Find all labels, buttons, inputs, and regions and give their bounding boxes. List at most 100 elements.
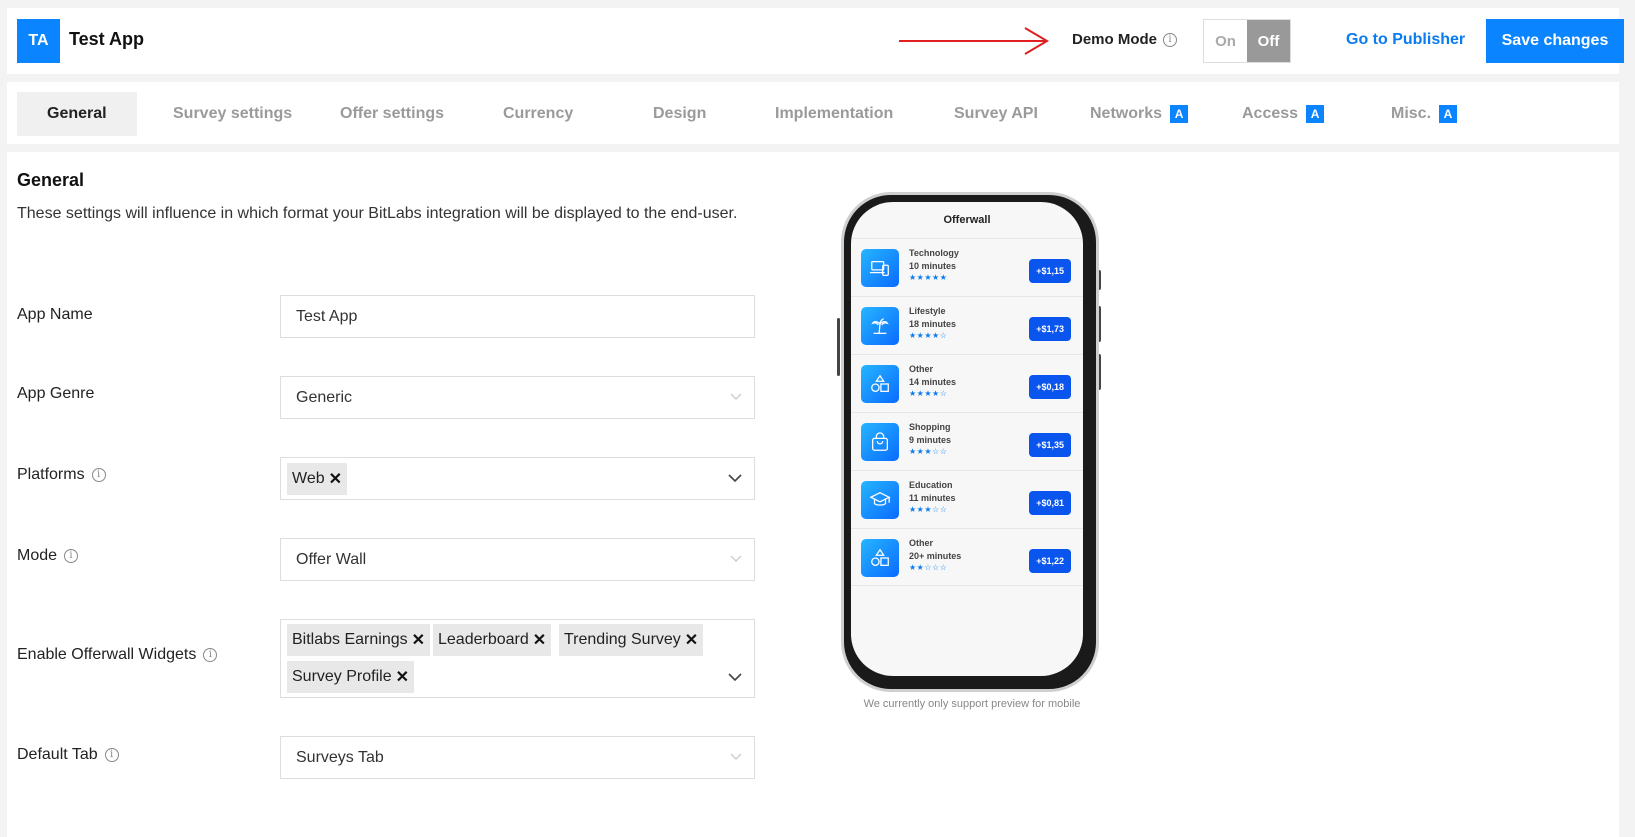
offer-duration: 10 minutes [909,261,957,271]
offer-category: Other [909,538,934,548]
toggle-on-option[interactable]: On [1204,20,1247,62]
offer-price-badge[interactable]: +$0,18 [1029,375,1071,399]
offerwall-widgets-multiselect[interactable]: Bitlabs Earnings ✕ Leaderboard ✕ Trending … [280,619,755,698]
tag-trending-survey: Trending Survey ✕ [559,624,704,656]
tab-survey-api[interactable]: Survey API [954,92,1038,136]
tab-networks[interactable]: Networks A [1090,92,1189,136]
offer-price-badge[interactable]: +$1,15 [1029,259,1071,283]
mode-label: Mode i [17,547,79,565]
offer-duration: 11 minutes [909,493,956,503]
app-logo: TA [17,19,60,63]
remove-tag-icon[interactable]: ✕ [412,630,425,650]
offer-item[interactable]: Other 14 minutes ★★★★☆ +$0,18 [851,354,1083,412]
tab-label: Survey API [954,105,1038,122]
annotation-arrow-icon [899,27,1049,55]
tag-survey-profile: Survey Profile ✕ [287,661,414,693]
rating-stars: ★★★★★ [909,273,948,282]
save-changes-button[interactable]: Save changes [1486,19,1624,63]
mode-select[interactable]: Offer Wall [280,538,755,581]
info-icon[interactable]: i [64,549,79,563]
label-text: Platforms [17,466,85,483]
tag-label: Bitlabs Earnings [292,631,408,648]
offer-category: Other [909,364,934,374]
offer-item[interactable]: Shopping 9 minutes ★★★☆☆ +$1,35 [851,412,1083,470]
tab-misc[interactable]: Misc. A [1391,92,1458,136]
tab-general[interactable]: General [17,92,137,136]
tab-label: Offer settings [340,105,445,122]
tab-label: Design [653,105,707,122]
info-icon[interactable]: i [1163,32,1178,47]
admin-badge: A [1306,105,1325,123]
preview-note: We currently only support preview for mo… [863,698,1081,710]
tab-currency[interactable]: Currency [503,92,573,136]
toggle-off-option[interactable]: Off [1247,20,1290,62]
offer-duration: 9 minutes [909,435,952,445]
graduation-cap-icon [861,481,899,519]
platforms-label: Platforms i [17,466,106,484]
tag-bitlabs-earnings: Bitlabs Earnings ✕ [287,624,431,656]
offer-duration: 18 minutes [909,319,957,329]
tab-label: Survey settings [173,105,293,122]
info-icon[interactable]: i [104,748,119,762]
label-text: App Name [17,306,93,323]
rating-stars: ★★★☆☆ [909,447,948,456]
offer-category: Technology [909,248,959,258]
tag-web: Web ✕ [287,463,348,495]
go-to-publisher-link[interactable]: Go to Publisher [1346,31,1465,49]
offer-item[interactable]: Education 11 minutes ★★★☆☆ +$0,81 [851,470,1083,528]
remove-tag-icon[interactable]: ✕ [685,630,698,650]
settings-tabs: General Survey settings Offer settings C… [7,82,1619,144]
chevron-down-icon[interactable] [728,474,742,483]
shapes-icon [861,365,899,403]
tab-offer-settings[interactable]: Offer settings [340,92,444,136]
tab-implementation[interactable]: Implementation [775,92,893,136]
offer-price-badge[interactable]: +$0,81 [1029,491,1071,515]
demo-mode-toggle[interactable]: On Off [1203,19,1291,63]
tab-survey-settings[interactable]: Survey settings [173,92,292,136]
tab-label: Misc. [1391,105,1432,122]
tab-design[interactable]: Design [653,92,706,136]
offer-price-badge[interactable]: +$1,22 [1029,549,1071,573]
app-genre-value: Generic [296,389,353,406]
platforms-multiselect[interactable]: Web ✕ [280,457,755,500]
palm-tree-icon [861,307,899,345]
default-tab-value: Surveys Tab [296,749,384,766]
tag-label: Trending Survey [564,631,681,648]
offer-item[interactable]: Lifestyle 18 minutes ★★★★☆ +$1,73 [851,296,1083,354]
remove-tag-icon[interactable]: ✕ [329,469,342,489]
rating-stars: ★★☆☆☆ [909,563,948,572]
tab-label: Currency [503,105,574,122]
rating-stars: ★★★☆☆ [909,505,948,514]
admin-badge: A [1439,105,1458,123]
label-text: Enable Offerwall Widgets [17,646,197,663]
info-icon[interactable]: i [91,468,106,482]
phone-side-button [837,318,840,376]
general-settings-panel: General These settings will influence in… [7,152,1619,837]
chevron-down-icon [730,753,742,760]
tab-access[interactable]: Access A [1242,92,1325,136]
default-tab-select[interactable]: Surveys Tab [280,736,755,779]
offerwall-widgets-label: Enable Offerwall Widgets i [17,646,218,664]
offer-item[interactable]: Other 20+ minutes ★★☆☆☆ +$1,22 [851,528,1083,586]
remove-tag-icon[interactable]: ✕ [533,630,546,650]
rating-stars: ★★★★☆ [909,389,948,398]
tab-label: Networks [1090,105,1163,122]
tab-label: General [47,105,107,122]
offer-price-badge[interactable]: +$1,73 [1029,317,1071,341]
offer-duration: 20+ minutes [909,551,962,561]
app-title: Test App [69,29,144,49]
info-icon[interactable]: i [203,648,218,662]
label-text: App Genre [17,385,95,402]
admin-badge: A [1170,105,1189,123]
app-genre-select[interactable]: Generic [280,376,755,419]
tag-label: Web [292,470,325,487]
app-name-input[interactable]: Test App [280,295,755,338]
tag-label: Survey Profile [292,668,392,685]
remove-tag-icon[interactable]: ✕ [396,667,409,687]
app-genre-label: App Genre [17,385,94,403]
chevron-down-icon [730,393,742,400]
chevron-down-icon[interactable] [728,673,742,682]
offer-item[interactable]: Technology 10 minutes ★★★★★ +$1,15 [851,238,1083,296]
offer-price-badge[interactable]: +$1,35 [1029,433,1071,457]
offer-category: Lifestyle [909,306,946,316]
